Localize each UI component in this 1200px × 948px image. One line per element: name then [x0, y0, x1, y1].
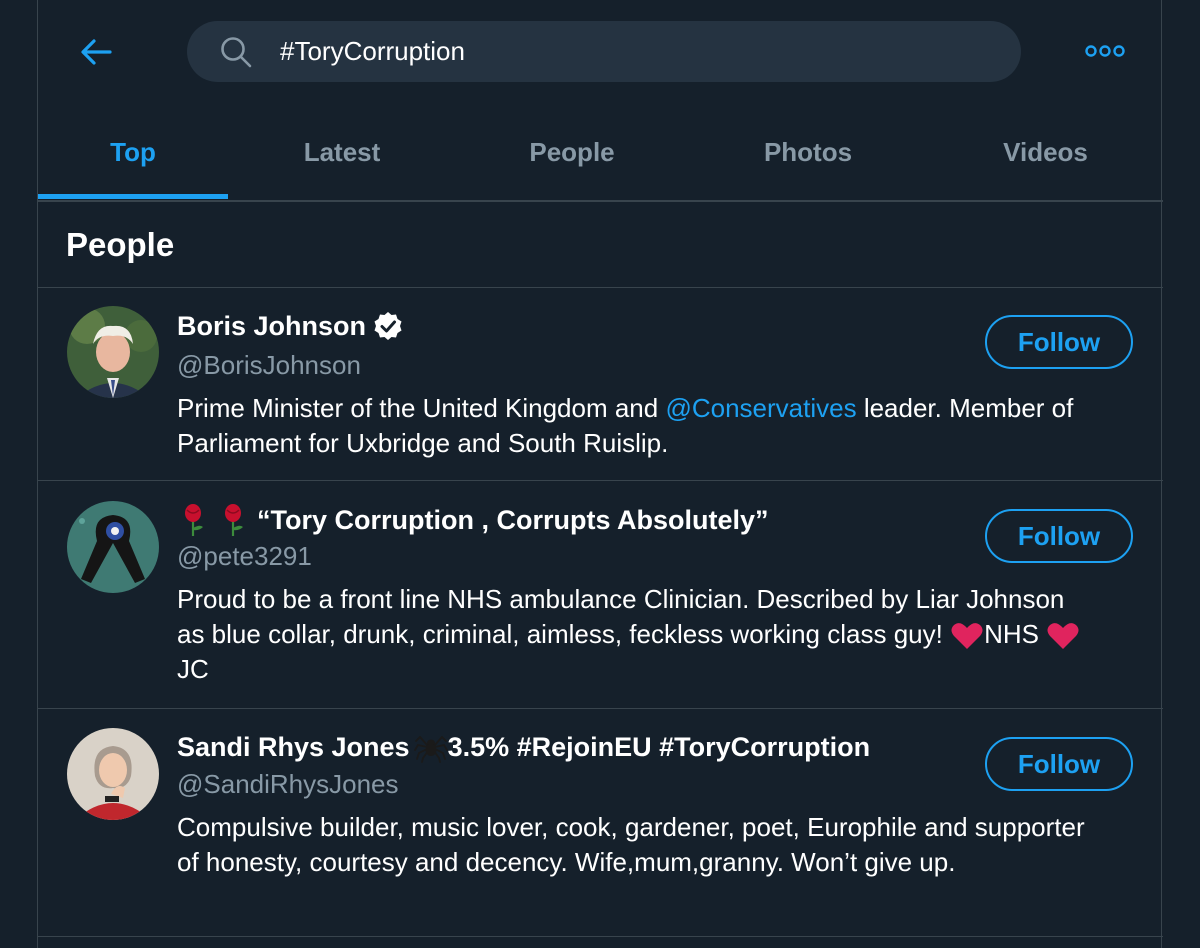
user-handle: @BorisJohnson — [177, 350, 361, 380]
bio-text: JC — [177, 654, 209, 684]
avatar-portrait-image — [67, 306, 159, 398]
user-cell[interactable]: Boris Johnson @BorisJohnson Prime Minist… — [38, 288, 1163, 481]
follow-button-label: Follow — [1017, 326, 1101, 357]
tab-people-label: People — [529, 137, 615, 167]
search-icon — [221, 37, 252, 68]
rose-icon — [185, 504, 203, 536]
search-header — [38, 0, 1163, 105]
follow-button-label: Follow — [1017, 748, 1101, 779]
user-cell[interactable]: “Tory Corruption , Corrupts Absolutely” … — [38, 481, 1163, 709]
user-display-name-tags: 3.5% #RejoinEU #ToryCorruption — [447, 731, 871, 762]
section-title: People — [66, 226, 175, 263]
search-results-column: Top Latest People Photos Videos People B… — [37, 0, 1163, 948]
tab-latest-label: Latest — [303, 137, 381, 167]
tab-photos[interactable]: Photos — [688, 105, 928, 200]
back-arrow-icon — [81, 39, 112, 65]
user-bio: Compulsive builder, music lover, cook, g… — [177, 812, 1085, 877]
tab-latest[interactable]: Latest — [228, 105, 456, 200]
people-section-header: People — [38, 202, 1163, 288]
tab-photos-label: Photos — [763, 137, 853, 167]
more-icon — [1085, 45, 1125, 57]
user-bio: Prime Minister of the United Kingdom and… — [177, 391, 1097, 461]
tab-videos-label: Videos — [1003, 137, 1088, 167]
user-display-name: Sandi Rhys Jones — [177, 731, 410, 762]
user-display-name: “Tory Corruption , Corrupts Absolutely” — [257, 504, 769, 535]
bio-text: NHS — [984, 619, 1047, 649]
heart-icon — [1047, 623, 1079, 650]
rose-icon — [225, 504, 243, 536]
user-handle: @SandiRhysJones — [177, 769, 399, 799]
avatar[interactable] — [67, 728, 159, 820]
search-tabs: Top Latest People Photos Videos — [38, 105, 1163, 202]
avatar[interactable] — [67, 501, 159, 593]
follow-button[interactable]: Follow — [985, 315, 1133, 369]
search-box[interactable] — [187, 21, 1021, 82]
user-name-row: Sandi Rhys Jones 3.5% #RejoinEU #ToryCor… — [177, 731, 870, 763]
follow-button[interactable]: Follow — [985, 737, 1133, 791]
tab-videos[interactable]: Videos — [928, 105, 1163, 200]
bio-text: Prime Minister of the United Kingdom and — [177, 393, 666, 423]
avatar-portrait-image — [67, 728, 159, 820]
bio-text: Proud to be a front line NHS ambulance C… — [177, 584, 1065, 649]
tab-top-label: Top — [110, 137, 156, 167]
heart-icon — [951, 623, 983, 650]
verified-badge-icon — [374, 312, 402, 340]
spider-icon — [413, 735, 448, 763]
user-name-row: Boris Johnson — [177, 310, 404, 342]
tab-people[interactable]: People — [456, 105, 688, 200]
follow-button[interactable]: Follow — [985, 509, 1133, 563]
search-input[interactable] — [280, 21, 980, 82]
active-tab-indicator — [38, 194, 228, 199]
more-options-button[interactable] — [1084, 36, 1126, 66]
back-button[interactable] — [76, 32, 116, 72]
tab-top[interactable]: Top — [38, 105, 228, 200]
avatar[interactable] — [67, 306, 159, 398]
user-name-row: “Tory Corruption , Corrupts Absolutely” — [177, 503, 769, 537]
user-display-name: Boris Johnson — [177, 310, 367, 341]
user-bio: Proud to be a front line NHS ambulance C… — [177, 582, 1097, 687]
user-cell[interactable]: Sandi Rhys Jones 3.5% #RejoinEU #ToryCor… — [38, 709, 1163, 937]
conservatives-mention-link[interactable]: @Conservatives — [665, 393, 856, 423]
avatar-ribbon-badge-image — [67, 501, 159, 593]
user-handle: @pete3291 — [177, 541, 312, 571]
follow-button-label: Follow — [1017, 520, 1101, 551]
